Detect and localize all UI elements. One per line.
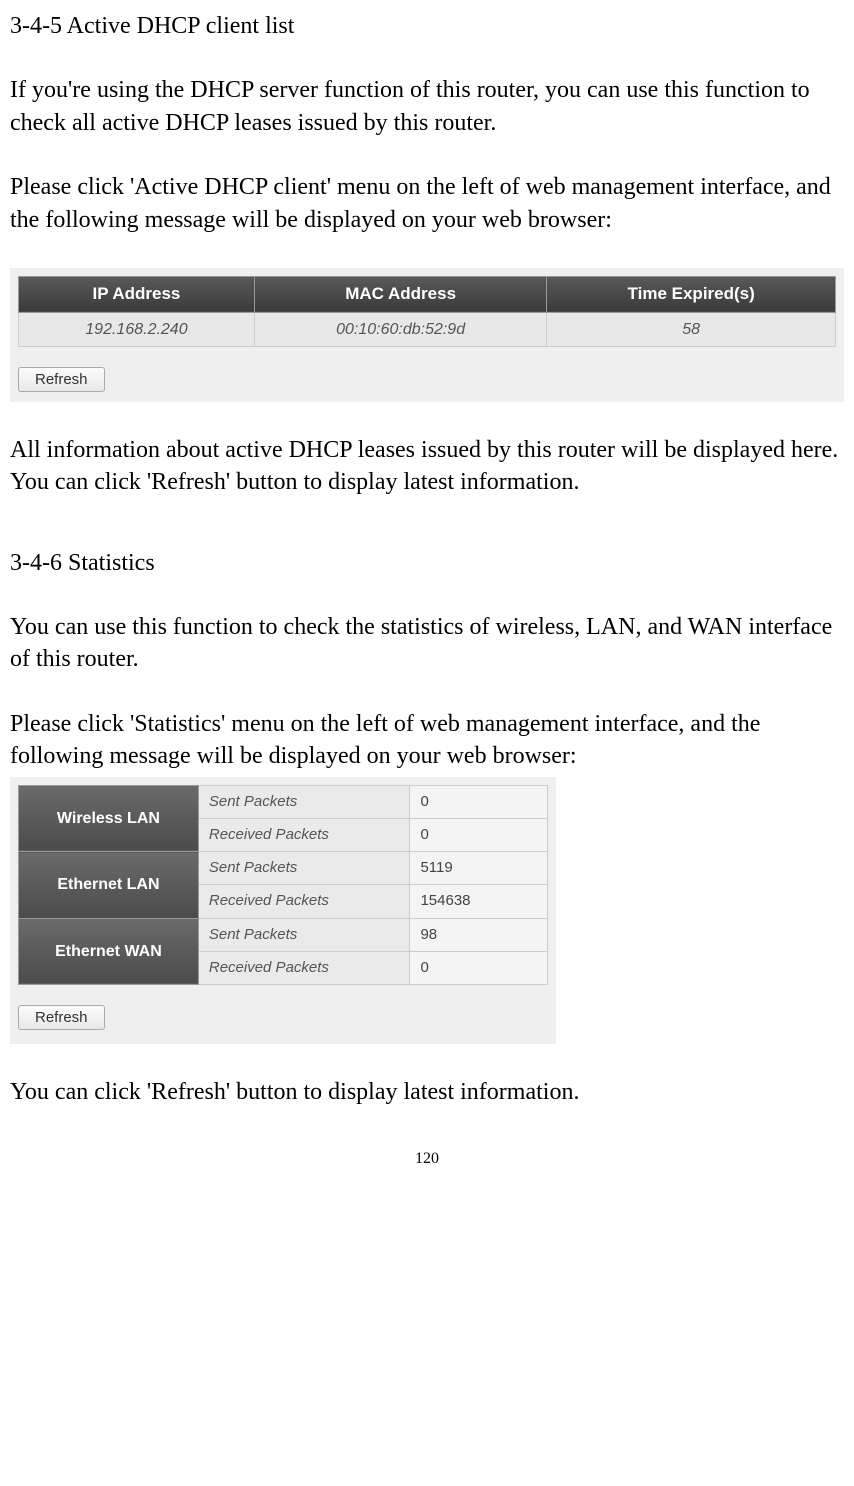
group-ethernet-wan: Ethernet WAN	[19, 918, 199, 985]
metric-value: 154638	[410, 885, 548, 918]
body-text: You can use this function to check the s…	[10, 611, 844, 676]
body-text: You can click 'Refresh' button to displa…	[10, 1076, 844, 1108]
metric-value: 5119	[410, 852, 548, 885]
table-row: Wireless LAN Sent Packets 0	[19, 785, 548, 818]
page-number: 120	[10, 1148, 844, 1170]
metric-label: Sent Packets	[198, 852, 410, 885]
refresh-button[interactable]: Refresh	[18, 1005, 105, 1030]
table-row: Ethernet LAN Sent Packets 5119	[19, 852, 548, 885]
group-ethernet-lan: Ethernet LAN	[19, 852, 199, 919]
metric-label: Sent Packets	[198, 785, 410, 818]
metric-label: Sent Packets	[198, 918, 410, 951]
column-header-mac: MAC Address	[254, 276, 546, 312]
section-heading-statistics: 3-4-6 Statistics	[10, 547, 844, 579]
cell-expire: 58	[547, 312, 836, 347]
metric-label: Received Packets	[198, 951, 410, 984]
table-row: Ethernet WAN Sent Packets 98	[19, 918, 548, 951]
cell-ip: 192.168.2.240	[19, 312, 255, 347]
metric-label: Received Packets	[198, 818, 410, 851]
metric-value: 0	[410, 951, 548, 984]
metric-value: 98	[410, 918, 548, 951]
group-wireless-lan: Wireless LAN	[19, 785, 199, 852]
column-header-expire: Time Expired(s)	[547, 276, 836, 312]
statistics-panel: Wireless LAN Sent Packets 0 Received Pac…	[10, 777, 556, 1044]
body-text: If you're using the DHCP server function…	[10, 74, 844, 139]
metric-label: Received Packets	[198, 885, 410, 918]
table-row: 192.168.2.240 00:10:60:db:52:9d 58	[19, 312, 836, 347]
body-text: All information about active DHCP leases…	[10, 434, 844, 499]
refresh-button[interactable]: Refresh	[18, 367, 105, 392]
metric-value: 0	[410, 818, 548, 851]
dhcp-client-panel: IP Address MAC Address Time Expired(s) 1…	[10, 268, 844, 402]
dhcp-client-table: IP Address MAC Address Time Expired(s) 1…	[18, 276, 836, 348]
section-heading-dhcp: 3-4-5 Active DHCP client list	[10, 10, 844, 42]
metric-value: 0	[410, 785, 548, 818]
column-header-ip: IP Address	[19, 276, 255, 312]
statistics-table: Wireless LAN Sent Packets 0 Received Pac…	[18, 785, 548, 986]
body-text: Please click 'Statistics' menu on the le…	[10, 708, 844, 773]
cell-mac: 00:10:60:db:52:9d	[254, 312, 546, 347]
body-text: Please click 'Active DHCP client' menu o…	[10, 171, 844, 236]
